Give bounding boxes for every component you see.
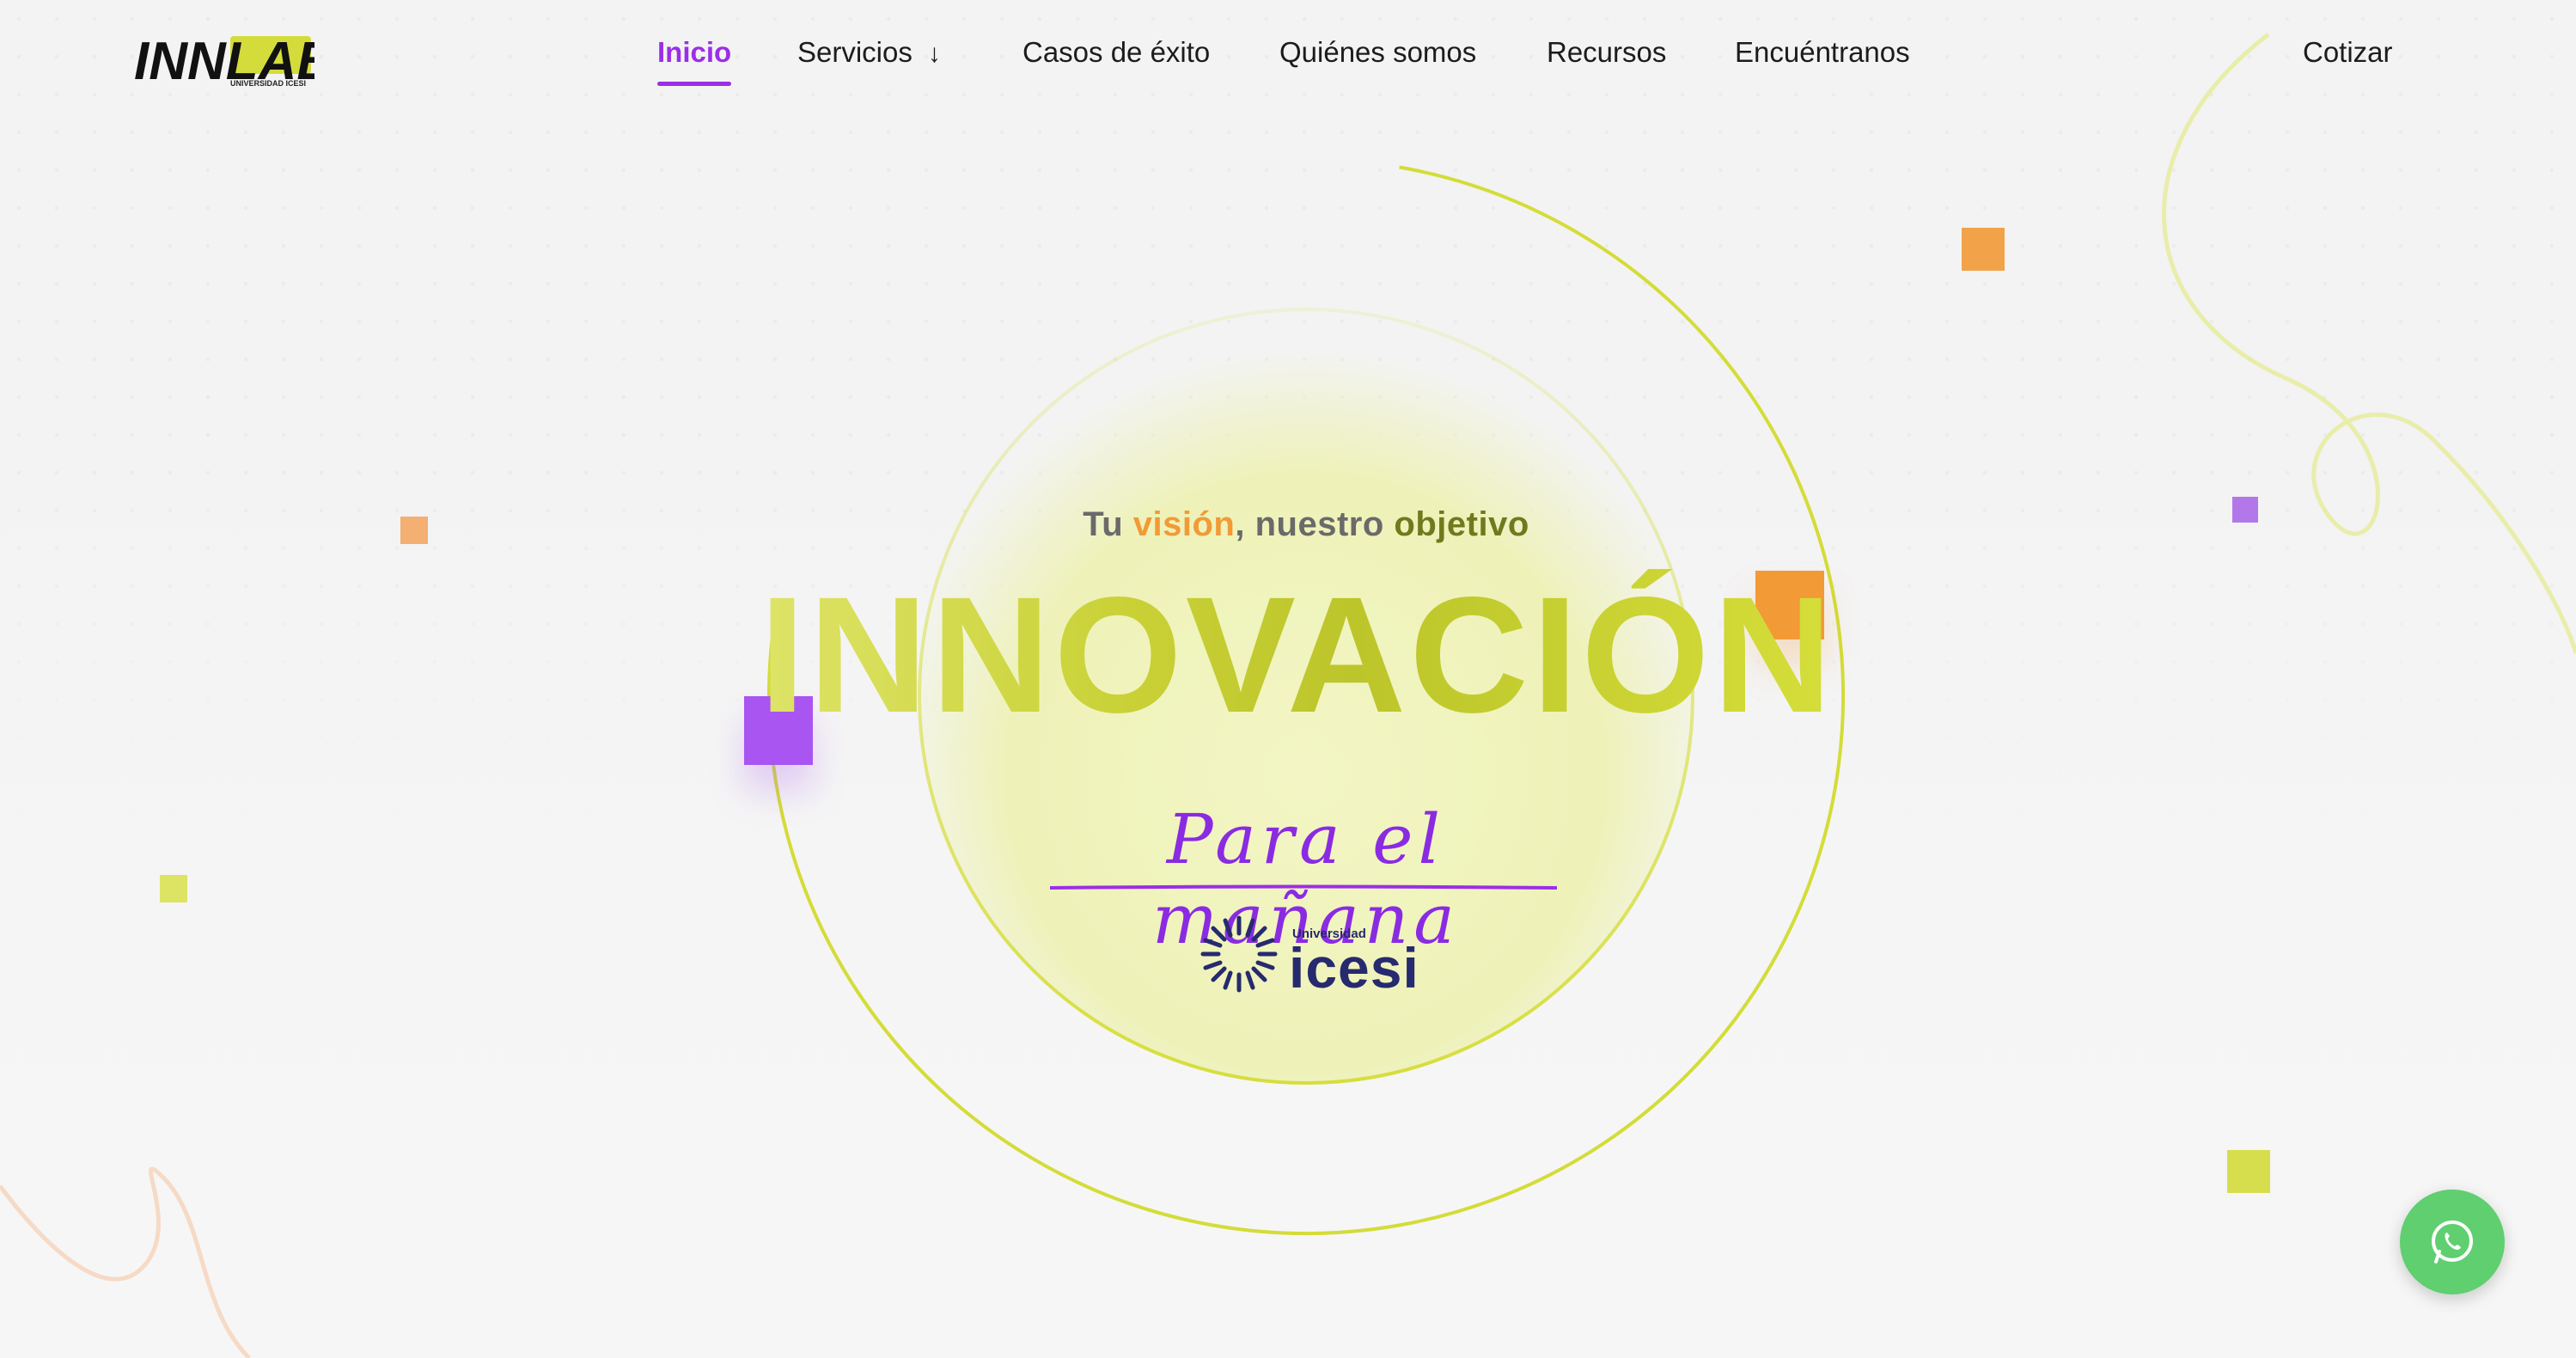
site-header: INNLAB UNIVERSIDAD ICESI Inicio Servicio… (0, 0, 2576, 112)
icesi-logo: Universidad icesi (1196, 911, 1419, 1000)
arrow-down-icon: ↓ (927, 40, 941, 68)
nav-item-recursos[interactable]: Recursos (1547, 29, 1666, 81)
nav-item-label: Casos de éxito (1022, 36, 1211, 68)
svg-text:UNIVERSIDAD ICESI: UNIVERSIDAD ICESI (230, 79, 306, 88)
nav-item-label: Servicios (797, 36, 913, 68)
nav-item-servicios[interactable]: Servicios ↓ (797, 29, 941, 81)
hero-title: INNOVACIÓN (739, 569, 1856, 741)
cotizar-button[interactable]: Cotizar (2303, 29, 2393, 76)
nav-item-label: Recursos (1547, 36, 1667, 68)
whatsapp-icon (2432, 1220, 2473, 1263)
nav-item-inicio[interactable]: Inicio (657, 29, 732, 86)
tagline-mid: , nuestro (1235, 505, 1384, 543)
nav-item-label: Quiénes somos (1279, 36, 1477, 68)
icesi-logo-word: icesi (1289, 936, 1419, 1000)
nav-item-quienes-somos[interactable]: Quiénes somos (1279, 29, 1476, 81)
tagline-vision: visión (1132, 505, 1236, 543)
nav-item-encuentranos[interactable]: Encuéntranos (1735, 29, 1910, 81)
tagline-objetivo: objetivo (1394, 505, 1529, 543)
nav-item-label: Inicio (657, 36, 732, 68)
innlab-logo[interactable]: INNLAB UNIVERSIDAD ICESI (134, 22, 335, 91)
decor-square-lime (2227, 1150, 2270, 1193)
orange-squiggle (0, 1166, 251, 1358)
decor-square-lime (160, 875, 187, 902)
active-nav-indicator (657, 82, 732, 86)
decor-square-orange (400, 517, 428, 544)
lime-squiggle (2162, 33, 2576, 654)
whatsapp-button[interactable] (2400, 1190, 2505, 1294)
innlab-logo-mark: INNLAB UNIVERSIDAD ICESI (134, 32, 335, 91)
nav-item-label: Encuéntranos (1735, 36, 1910, 68)
hero-tagline: Tu visión, nuestro objetivo (859, 505, 1753, 544)
tagline-pre: Tu (1083, 505, 1124, 543)
icesi-sun-icon (1200, 915, 1278, 993)
decor-square-orange (1962, 228, 2005, 271)
decor-square-purple (2232, 497, 2258, 523)
nav-item-casos-de-exito[interactable]: Casos de éxito (1022, 29, 1210, 81)
